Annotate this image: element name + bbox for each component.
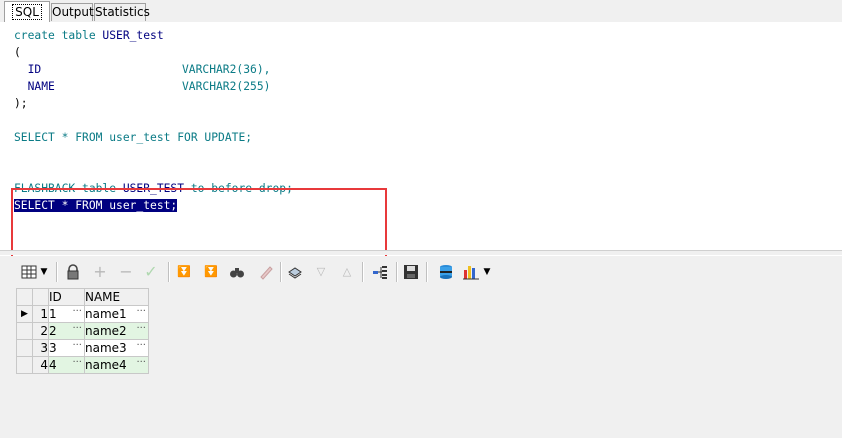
- table-row[interactable]: 3 3 ··· name3 ···: [16, 339, 149, 357]
- row-number[interactable]: 4: [32, 356, 49, 374]
- table-row[interactable]: ▶ 1 1 ··· name1 ···: [16, 305, 149, 323]
- cell-name[interactable]: name1 ···: [84, 305, 149, 323]
- delete-record-icon[interactable]: −: [117, 263, 135, 281]
- results-grid: ID NAME ▶ 1 1 ··· name1 ··· 2 2 ··· name2 ··…: [16, 288, 149, 374]
- fetch-last-icon[interactable]: ⏬: [202, 263, 220, 281]
- cell-id[interactable]: 3 ···: [48, 339, 85, 357]
- column-header-name[interactable]: NAME: [84, 288, 149, 306]
- code-line-2: (: [14, 46, 21, 59]
- sql-editor[interactable]: create table USER_test ( ID VARCHAR2(36),…: [0, 22, 842, 262]
- row-number[interactable]: 2: [32, 322, 49, 340]
- chart-icon[interactable]: [462, 263, 480, 281]
- table-row[interactable]: 4 4 ··· name4 ···: [16, 356, 149, 374]
- code-line-3: ID VARCHAR2(36),: [14, 63, 271, 76]
- results-grid-area: ID NAME ▶ 1 1 ··· name1 ··· 2 2 ··· name2 ··…: [0, 288, 842, 438]
- data-grid-toolbar: ▼ + − ✓ ⏬ ⏬ ▽ △ ▼: [0, 256, 842, 288]
- record-view-icon[interactable]: [371, 263, 389, 281]
- tab-output[interactable]: Output: [51, 3, 94, 21]
- code-line-4: NAME VARCHAR2(255): [14, 80, 271, 93]
- code-line-1: create table USER_test: [14, 29, 164, 42]
- column-header-id[interactable]: ID: [48, 288, 85, 306]
- lock-icon[interactable]: [64, 263, 82, 281]
- table-row[interactable]: 2 2 ··· name2 ···: [16, 322, 149, 340]
- find-icon[interactable]: [228, 263, 246, 281]
- grid-layout-icon[interactable]: [20, 263, 38, 281]
- cell-name[interactable]: name3 ···: [84, 339, 149, 357]
- fetch-next-icon[interactable]: ⏬: [175, 263, 193, 281]
- current-row-indicator: ▶: [16, 305, 33, 323]
- chart-dropdown-arrow-icon[interactable]: ▼: [481, 263, 493, 281]
- add-record-icon[interactable]: +: [91, 263, 109, 281]
- tab-sql[interactable]: SQL: [4, 1, 50, 23]
- cell-name[interactable]: name4 ···: [84, 356, 149, 374]
- cell-id[interactable]: 1 ···: [48, 305, 85, 323]
- next-query-icon[interactable]: △: [338, 263, 356, 281]
- query-by-example-icon[interactable]: [286, 263, 304, 281]
- tab-bar: SQL Output Statistics: [0, 0, 842, 23]
- grid-corner-2: [32, 288, 49, 306]
- export-icon[interactable]: [437, 263, 455, 281]
- row-number[interactable]: 3: [32, 339, 49, 357]
- cell-id[interactable]: 2 ···: [48, 322, 85, 340]
- dropdown-arrow-icon[interactable]: ▼: [38, 263, 50, 281]
- cell-name[interactable]: name2 ···: [84, 322, 149, 340]
- previous-query-icon[interactable]: ▽: [312, 263, 330, 281]
- post-changes-icon[interactable]: ✓: [142, 263, 160, 281]
- tab-statistics[interactable]: Statistics: [94, 3, 150, 21]
- code-line-5: );: [14, 97, 28, 110]
- clear-icon[interactable]: [257, 263, 275, 281]
- code-line-7: SELECT * FROM user_test FOR UPDATE;: [14, 131, 253, 144]
- save-icon[interactable]: [402, 263, 420, 281]
- cell-id[interactable]: 4 ···: [48, 356, 85, 374]
- row-number[interactable]: 1: [32, 305, 49, 323]
- grid-corner: [16, 288, 33, 306]
- splitter[interactable]: [0, 250, 842, 255]
